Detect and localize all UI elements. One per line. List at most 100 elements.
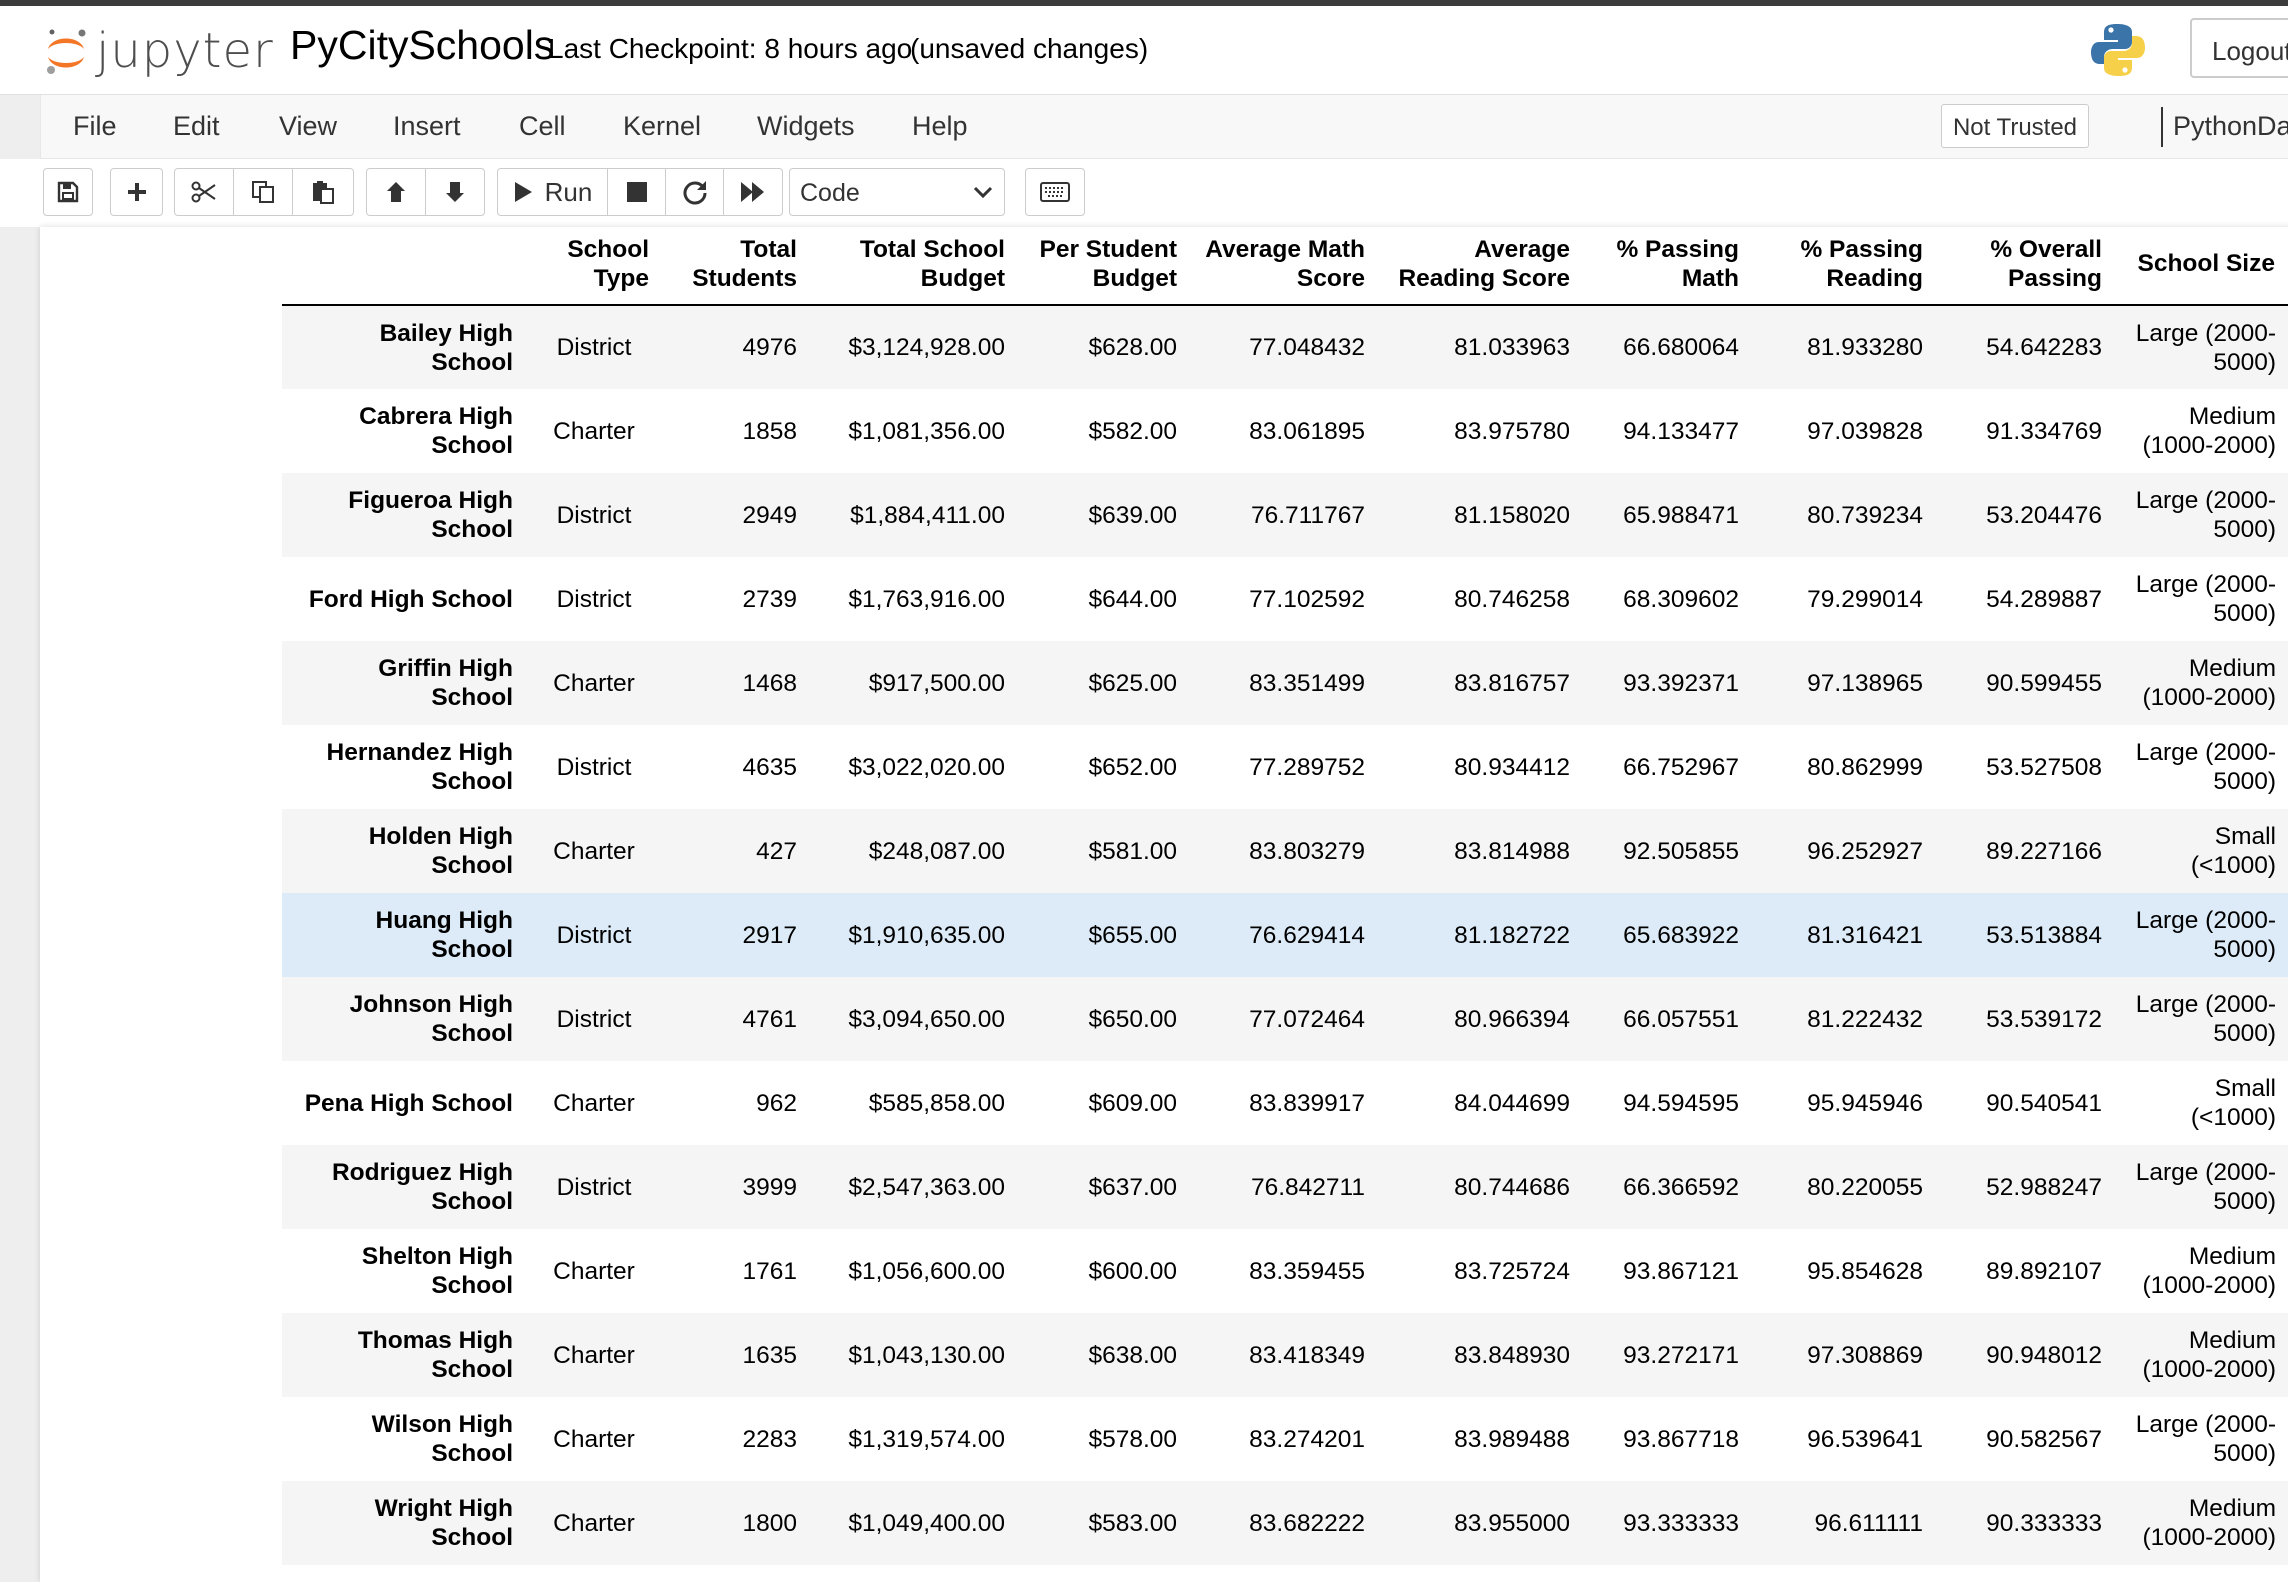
total-students-cell: 4635	[742, 753, 797, 781]
pct-passing-reading-cell: 97.039828	[1807, 417, 1923, 445]
table-row: Shelton High School Charter 1761 $1,056,600…	[282, 1229, 2288, 1313]
interrupt-button[interactable]	[607, 168, 666, 216]
column-header: % Overall Passing	[1936, 227, 2115, 306]
column-header: Per Student Budget	[1018, 227, 1190, 306]
copy-button[interactable]	[233, 168, 293, 216]
restart-button[interactable]	[665, 168, 724, 216]
pct-passing-reading-cell: 97.308869	[1807, 1341, 1923, 1369]
menu-insert[interactable]: Insert	[393, 111, 461, 142]
avg-math-score-cell: 83.061895	[1249, 417, 1365, 445]
avg-math-score-cell: 83.839917	[1249, 1089, 1365, 1117]
command-palette-button[interactable]	[1025, 168, 1085, 216]
avg-math-score-cell: 83.274201	[1249, 1425, 1365, 1453]
school-type-cell: District	[556, 585, 632, 613]
logout-button[interactable]: Logout	[2190, 18, 2288, 78]
column-header: School Type	[526, 227, 662, 306]
pct-passing-math-cell: 66.680064	[1623, 334, 1739, 361]
school-type-cell: Charter	[553, 1425, 635, 1453]
avg-math-score-cell: 83.359455	[1249, 1257, 1365, 1285]
move-up-button[interactable]	[366, 168, 426, 216]
paste-icon	[313, 181, 334, 204]
avg-math-score-cell: 83.803279	[1249, 837, 1365, 865]
menu-edit[interactable]: Edit	[173, 111, 220, 142]
plus-icon	[127, 183, 146, 201]
school-type-cell: District	[556, 501, 632, 529]
column-header: Average Reading Score	[1378, 227, 1583, 306]
insert-cell-button[interactable]	[110, 168, 163, 216]
menu-file[interactable]: File	[73, 111, 117, 142]
per-student-budget-cell: $581.00	[1088, 837, 1177, 865]
pct-passing-math-cell: 94.594595	[1623, 1089, 1739, 1117]
avg-math-score-cell: 83.351499	[1249, 669, 1365, 697]
pct-passing-reading-cell: 81.933280	[1807, 334, 1923, 361]
per-student-budget-cell: $639.00	[1088, 501, 1177, 529]
total-budget-cell: $1,319,574.00	[848, 1425, 1005, 1453]
cell-type-select[interactable]: Code	[789, 168, 1005, 216]
per-student-budget-cell: $655.00	[1088, 921, 1177, 949]
column-header: Average Math Score	[1190, 227, 1378, 306]
total-students-cell: 1468	[742, 669, 797, 697]
school-type-cell: Charter	[553, 837, 635, 865]
total-budget-cell: $3,094,650.00	[848, 1005, 1005, 1033]
menu-view[interactable]: View	[279, 111, 337, 142]
school-name-cell: Holden High School	[368, 823, 513, 879]
school-size-cell: Large (2000-5000)	[2135, 739, 2276, 795]
column-header: School Size	[2115, 227, 2288, 306]
school-name-cell: Bailey High School	[379, 319, 513, 376]
save-button[interactable]	[43, 168, 93, 216]
total-budget-cell: $1,049,400.00	[848, 1509, 1005, 1537]
avg-reading-score-cell: 83.814988	[1454, 837, 1570, 865]
pct-overall-passing-cell: 90.948012	[1986, 1341, 2102, 1369]
table-row: Bailey High School District 4976 $3,124,928…	[282, 305, 2288, 389]
school-size-cell: Medium (1000-2000)	[2142, 1327, 2276, 1383]
run-button[interactable]: Run	[497, 168, 608, 216]
table-row: Wright High School Charter 1800 $1,049,400.…	[282, 1481, 2288, 1565]
total-budget-cell: $585,858.00	[868, 1089, 1005, 1117]
restart-run-all-button[interactable]	[723, 168, 783, 216]
pct-passing-math-cell: 93.392371	[1623, 669, 1739, 697]
avg-reading-score-cell: 81.158020	[1454, 501, 1570, 529]
pct-overall-passing-cell: 53.513884	[1986, 921, 2102, 949]
notebook-title[interactable]: PyCitySchools	[290, 22, 554, 69]
restart-icon	[683, 181, 706, 205]
menu-kernel[interactable]: Kernel	[623, 111, 701, 142]
chevron-down-icon	[973, 186, 993, 199]
pct-passing-reading-cell: 80.862999	[1807, 753, 1923, 781]
avg-math-score-cell: 76.842711	[1251, 1173, 1365, 1201]
kernel-indicator-divider	[2161, 107, 2163, 147]
column-header: Total Students	[662, 227, 810, 306]
per-student-budget-cell: $628.00	[1088, 334, 1177, 361]
jupyter-logo[interactable]: jupyter	[44, 16, 274, 86]
run-button-label: Run	[544, 176, 593, 207]
school-size-cell: Large (2000-5000)	[2135, 571, 2276, 627]
paste-button[interactable]	[292, 168, 354, 216]
dataframe-table: School Type Total Students Total School …	[282, 227, 2288, 1565]
pct-overall-passing-cell: 90.582567	[1986, 1425, 2102, 1453]
avg-math-score-cell: 83.418349	[1249, 1341, 1365, 1369]
total-budget-cell: $3,022,020.00	[848, 753, 1005, 781]
kernel-name[interactable]: PythonData	[2173, 111, 2288, 142]
cut-button[interactable]	[174, 168, 234, 216]
trust-button[interactable]: Not Trusted	[1941, 104, 2089, 148]
pct-passing-reading-cell: 95.854628	[1807, 1257, 1923, 1285]
autosave-status: (unsaved changes)	[910, 33, 1149, 64]
menu-help[interactable]: Help	[912, 111, 968, 142]
school-name-cell: Shelton High School	[361, 1243, 513, 1299]
pct-overall-passing-cell: 52.988247	[1986, 1173, 2102, 1201]
school-type-cell: Charter	[553, 1509, 635, 1537]
menu-cell[interactable]: Cell	[519, 111, 566, 142]
notebook-header: jupyter PyCitySchools Last Checkpoint: 8…	[0, 6, 2288, 95]
pct-overall-passing-cell: 53.204476	[1986, 501, 2102, 529]
pct-overall-passing-cell: 90.540541	[1986, 1089, 2102, 1117]
move-down-button[interactable]	[425, 168, 485, 216]
menu-widgets[interactable]: Widgets	[757, 111, 855, 142]
pct-overall-passing-cell: 89.892107	[1986, 1257, 2102, 1285]
pct-passing-math-cell: 94.133477	[1623, 417, 1739, 445]
school-size-cell: Medium (1000-2000)	[2142, 403, 2276, 459]
total-budget-cell: $248,087.00	[868, 837, 1005, 865]
pct-passing-math-cell: 66.366592	[1623, 1173, 1739, 1201]
pct-overall-passing-cell: 90.333333	[1986, 1509, 2102, 1537]
pct-passing-reading-cell: 81.222432	[1807, 1005, 1923, 1033]
per-student-budget-cell: $625.00	[1088, 669, 1177, 697]
total-budget-cell: $917,500.00	[868, 669, 1005, 697]
